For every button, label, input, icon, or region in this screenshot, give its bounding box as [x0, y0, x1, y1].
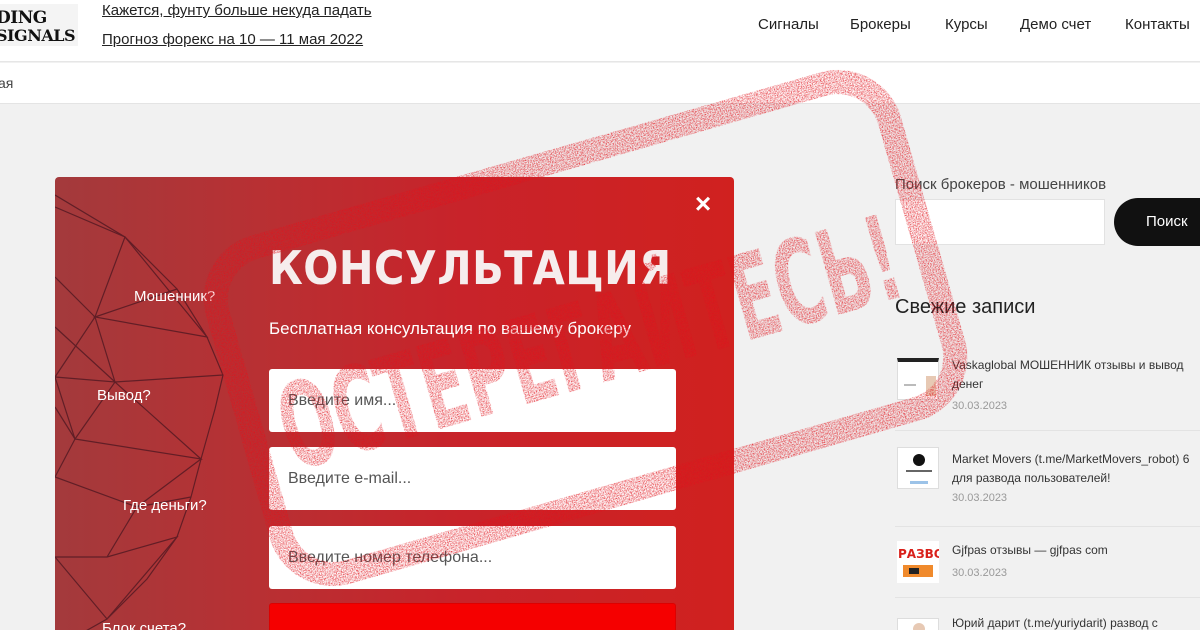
site-header: DING SIGNALS Кажется, фунту больше некуд…: [0, 0, 1200, 62]
name-field[interactable]: [269, 369, 676, 432]
nav-item-courses[interactable]: Курсы: [945, 16, 988, 33]
nav-item-brokers[interactable]: Брокеры: [850, 16, 911, 33]
email-field[interactable]: [269, 447, 676, 510]
logo-line-2: SIGNALS: [0, 26, 76, 45]
nav-item-demo-account[interactable]: Демо счет: [1020, 16, 1091, 33]
breadcrumb-current: ая: [0, 75, 14, 91]
post-thumbnail[interactable]: РАЗВОД: [897, 541, 939, 583]
post-title[interactable]: Vaskaglobal МОШЕННИК отзывы и вывод дене…: [952, 356, 1200, 394]
logo-line-1: DING: [0, 8, 47, 28]
post-title[interactable]: Юрий дарит (t.me/yuriydarit) развод с: [952, 614, 1200, 630]
divider: [895, 526, 1200, 527]
post-date: 30.03.2023: [952, 567, 1008, 579]
question-where-money: Где деньги?: [123, 497, 207, 514]
question-withdrawal: Вывод?: [97, 387, 151, 404]
broker-search-button[interactable]: Поиск: [1114, 198, 1200, 246]
site-logo[interactable]: DING SIGNALS: [0, 4, 78, 46]
broker-search-label: Поиск брокеров - мошенников: [895, 176, 1107, 193]
polygon-network-decoration: [55, 194, 224, 630]
post-thumbnail-text: РАЗВОД: [898, 547, 939, 561]
nav-item-signals[interactable]: Сигналы: [758, 16, 819, 33]
broker-search-input[interactable]: [895, 199, 1105, 245]
post-date: 30.03.2023: [952, 492, 1008, 504]
post-thumbnail[interactable]: [897, 358, 939, 400]
post-title[interactable]: Market Movers (t.me/MarketMovers_robot) …: [952, 450, 1200, 488]
header-news-link-1[interactable]: Кажется, фунту больше некуда падать: [102, 2, 372, 19]
question-fraud: Мошенник?: [134, 288, 216, 305]
close-icon[interactable]: ×: [691, 190, 715, 218]
post-date: 30.03.2023: [952, 400, 1008, 412]
divider: [895, 430, 1200, 431]
post-thumbnail[interactable]: [897, 447, 939, 489]
submit-button[interactable]: [269, 603, 676, 630]
question-account-block: Блок счета?: [102, 620, 187, 630]
phone-field[interactable]: [269, 526, 676, 589]
divider: [895, 597, 1200, 598]
post-title[interactable]: Gjfpas отзывы — gjfpas com: [952, 541, 1200, 560]
post-thumbnail[interactable]: [897, 618, 939, 630]
header-news-link-2[interactable]: Прогноз форекс на 10 — 11 мая 2022: [102, 31, 363, 48]
recent-posts-heading: Свежие записи: [895, 296, 1036, 318]
popup-subtitle: Бесплатная консультация по вашему брокер…: [269, 319, 631, 338]
popup-title: КОНСУЛЬТАЦИЯ: [269, 241, 672, 295]
nav-item-contacts[interactable]: Контакты: [1125, 16, 1190, 33]
consultation-popup: Мошенник? Вывод? Где деньги? Блок счета?…: [55, 177, 734, 630]
breadcrumb: ая: [0, 63, 1200, 104]
